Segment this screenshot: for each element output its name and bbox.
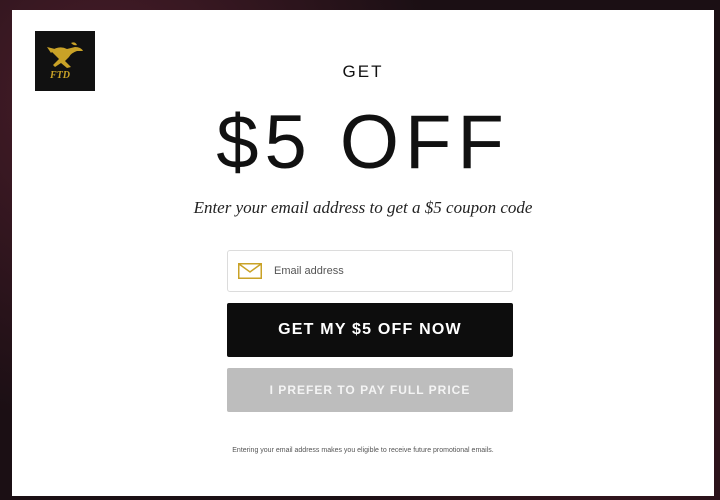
get-discount-button[interactable]: GET MY $5 OFF NOW (227, 303, 513, 357)
eyebrow-text: GET (342, 62, 384, 81)
email-input[interactable] (272, 264, 496, 278)
email-disclaimer: Entering your email address makes you el… (232, 447, 494, 454)
offer-subheadline: Enter your email address to get a $5 cou… (193, 198, 533, 217)
envelope-icon (238, 262, 262, 280)
offer-headline: $5 OFF (216, 100, 510, 185)
coupon-modal: FTD GET $5 OFF Enter your email address … (12, 10, 714, 496)
decline-offer-button[interactable]: I PREFER TO PAY FULL PRICE (227, 368, 513, 412)
email-field[interactable] (227, 250, 513, 292)
brand-logo: FTD (35, 31, 95, 91)
